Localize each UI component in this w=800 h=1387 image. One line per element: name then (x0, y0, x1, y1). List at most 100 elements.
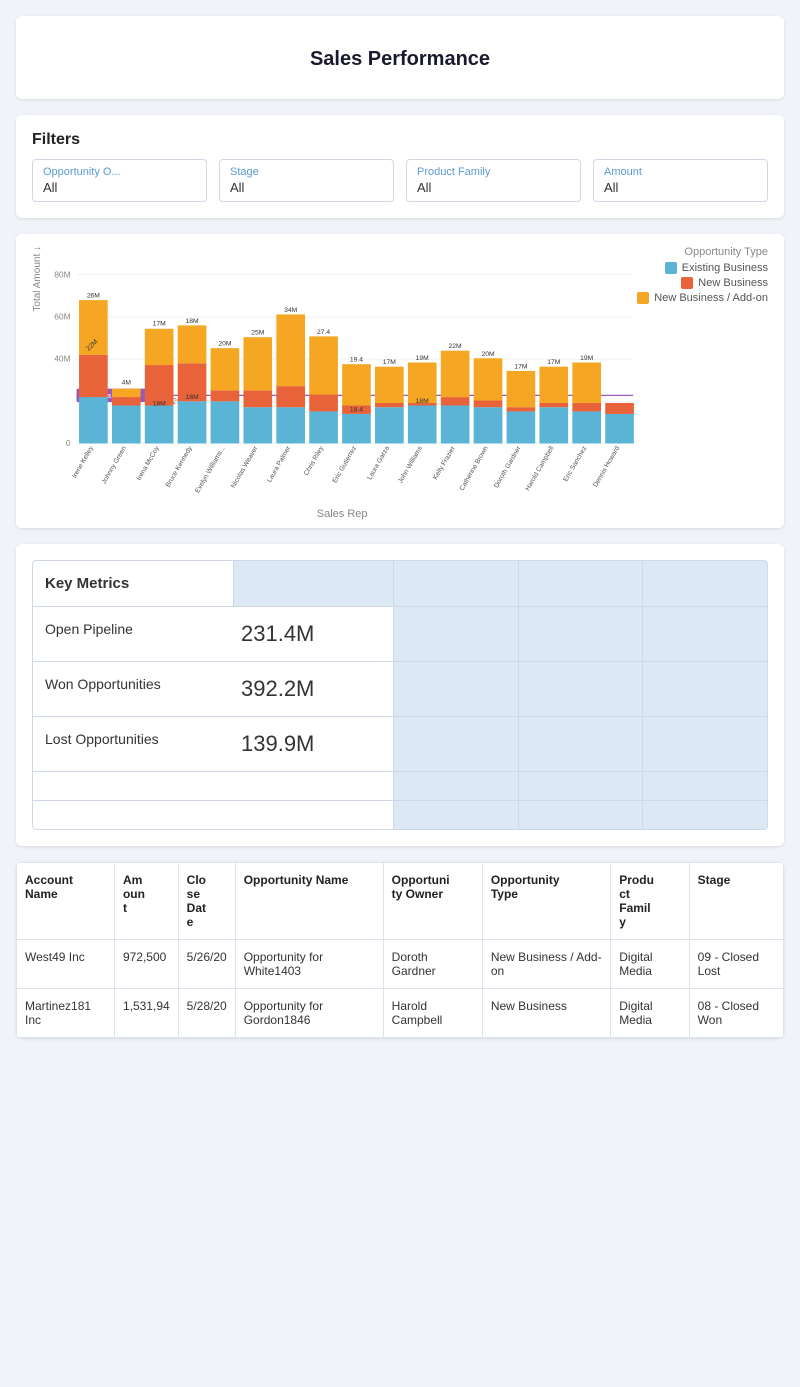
legend-new-label: New Business (698, 277, 768, 289)
cell-type-2: New Business (482, 989, 610, 1038)
svg-text:Laura Garza: Laura Garza (366, 445, 391, 481)
data-table: AccountName Amount CloseDate Opportunity… (16, 862, 784, 1038)
svg-text:John Williams: John Williams (397, 445, 424, 485)
metric-lost-value: 139.9M (233, 717, 393, 772)
col-product: ProductFamily (611, 863, 689, 940)
table-card: AccountName Amount CloseDate Opportunity… (16, 862, 784, 1038)
filter-amount-value: All (604, 180, 757, 195)
metric-lost-label: Lost Opportunities (33, 717, 233, 772)
cell-owner-2: Harold Campbell (383, 989, 482, 1038)
metrics-card: Key Metrics Open Pipeline 231.4M Won Opp… (16, 544, 784, 846)
legend-new-dot (681, 277, 693, 289)
svg-text:18M: 18M (185, 394, 198, 401)
svg-text:Kelly Frazier: Kelly Frazier (432, 445, 457, 482)
metrics-title: Key Metrics (33, 561, 233, 607)
col-amount: Amount (114, 863, 178, 940)
chart-card: Opportunity Type Existing Business New B… (16, 234, 784, 528)
cell-stage-1: 09 - Closed Lost (689, 940, 783, 989)
x-axis-label: Sales Rep (47, 508, 637, 520)
filter-stage[interactable]: Stage All (219, 159, 394, 202)
legend-existing: Existing Business (637, 262, 768, 274)
cell-date-1: 5/26/20 (178, 940, 235, 989)
svg-text:40M: 40M (54, 354, 70, 364)
filter-product-family[interactable]: Product Family All (406, 159, 581, 202)
svg-text:60M: 60M (54, 312, 70, 322)
cell-product-1: Digital Media (611, 940, 689, 989)
filter-product-value: All (417, 180, 570, 195)
bar-chart: 80M 60M 40M 20M 0 Quota $22.5M (47, 246, 637, 506)
cell-type-1: New Business / Add-on (482, 940, 610, 989)
svg-text:25M: 25M (251, 330, 264, 337)
col-opp-owner: Opportunity Owner (383, 863, 482, 940)
metric-won-value: 392.2M (233, 662, 393, 717)
page-title: Sales Performance (32, 32, 768, 83)
legend-existing-label: Existing Business (682, 262, 768, 274)
cell-opp-name-1: Opportunity for White1403 (235, 940, 383, 989)
y-axis-label: Total Amount ↓ (32, 246, 43, 312)
filter-stage-label: Stage (230, 166, 383, 178)
svg-text:19.4: 19.4 (350, 357, 363, 364)
svg-text:4M: 4M (122, 379, 132, 386)
cell-account-2: Martinez181 Inc (17, 989, 115, 1038)
table-body: West49 Inc 972,500 5/26/20 Opportunity f… (17, 940, 784, 1038)
chart-legend: Opportunity Type Existing Business New B… (637, 246, 768, 307)
svg-text:Eric Sanchez: Eric Sanchez (562, 445, 588, 483)
svg-text:17M: 17M (514, 363, 527, 370)
legend-title: Opportunity Type (637, 246, 768, 258)
filter-amount[interactable]: Amount All (593, 159, 768, 202)
cell-opp-name-2: Opportunity for Gordon1846 (235, 989, 383, 1038)
svg-text:Dennis Howard: Dennis Howard (592, 445, 621, 489)
filter-opportunity-label: Opportunity O... (43, 166, 196, 178)
svg-text:17M: 17M (547, 359, 560, 366)
svg-text:18M: 18M (185, 318, 198, 325)
page-container: Sales Performance Filters Opportunity O.… (0, 0, 800, 1070)
title-card: Sales Performance (16, 16, 784, 99)
svg-text:Chris Riley: Chris Riley (303, 445, 326, 477)
svg-text:Bruce Kennedy: Bruce Kennedy (165, 445, 194, 489)
svg-text:20M: 20M (218, 341, 231, 348)
svg-text:Johnny Green: Johnny Green (101, 445, 128, 485)
legend-new: New Business (637, 277, 768, 289)
svg-text:Catherine Brown: Catherine Brown (459, 445, 490, 492)
svg-text:80M: 80M (54, 269, 70, 279)
svg-text:27.4: 27.4 (317, 329, 330, 336)
cell-product-2: Digital Media (611, 989, 689, 1038)
svg-text:Harold Campbell: Harold Campbell (524, 445, 555, 492)
cell-date-2: 5/28/20 (178, 989, 235, 1038)
cell-owner-1: Doroth Gardner (383, 940, 482, 989)
filter-amount-label: Amount (604, 166, 757, 178)
metric-open-pipeline-value: 231.4M (233, 607, 393, 662)
cell-amount-1: 972,500 (114, 940, 178, 989)
svg-text:20M: 20M (481, 351, 494, 358)
filters-title: Filters (32, 131, 768, 149)
svg-text:18.4: 18.4 (350, 406, 363, 413)
col-opp-type: OpportunityType (482, 863, 610, 940)
filters-row: Opportunity O... All Stage All Product F… (32, 159, 768, 202)
col-account: AccountName (17, 863, 115, 940)
cell-stage-2: 08 - Closed Won (689, 989, 783, 1038)
svg-text:17M: 17M (153, 320, 166, 327)
legend-addon-dot (637, 292, 649, 304)
svg-text:Eric Gutierrez: Eric Gutierrez (332, 445, 359, 485)
metric-open-pipeline-label: Open Pipeline (33, 607, 233, 662)
svg-text:18M: 18M (153, 401, 166, 408)
filter-opportunity[interactable]: Opportunity O... All (32, 159, 207, 202)
svg-text:26M: 26M (87, 293, 100, 300)
filters-card: Filters Opportunity O... All Stage All P… (16, 115, 784, 218)
svg-text:Irene Kelley: Irene Kelley (71, 445, 95, 480)
chart-wrapper: Total Amount ↓ 80M 60M 40M 20M 0 (32, 246, 637, 520)
col-close-date: CloseDate (178, 863, 235, 940)
filter-opportunity-value: All (43, 180, 196, 195)
cell-amount-2: 1,531,94 (114, 989, 178, 1038)
table-row: Martinez181 Inc 1,531,94 5/28/20 Opportu… (17, 989, 784, 1038)
col-stage: Stage (689, 863, 783, 940)
svg-text:Irena McCoy: Irena McCoy (136, 445, 161, 482)
legend-addon-label: New Business / Add-on (654, 292, 768, 304)
filter-product-label: Product Family (417, 166, 570, 178)
table-header: AccountName Amount CloseDate Opportunity… (17, 863, 784, 940)
svg-text:34M: 34M (284, 307, 297, 314)
svg-text:Doroth Gardner: Doroth Gardner (493, 445, 523, 490)
metric-won-label: Won Opportunities (33, 662, 233, 717)
svg-text:Laura Palmer: Laura Palmer (266, 445, 293, 484)
filter-stage-value: All (230, 180, 383, 195)
